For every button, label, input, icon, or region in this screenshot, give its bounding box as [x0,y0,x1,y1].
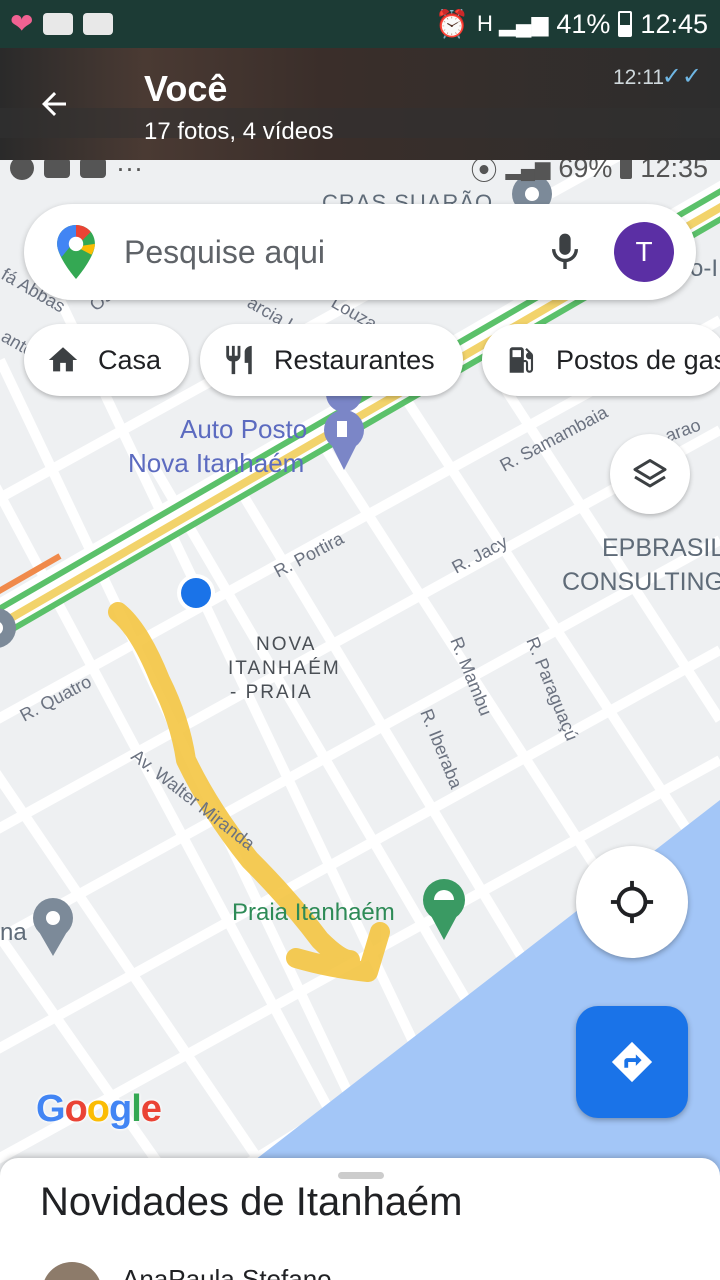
author-name[interactable]: AnaPaula Stefano [122,1264,332,1280]
signal-icon: H ▂▄▆ [476,11,549,36]
read-ticks-icon: ✓✓ [661,63,702,90]
location-icon: ⦿ [470,160,498,186]
outer-status-bar: ❤ ⏰ H ▂▄▆ 41% 12:45 [0,0,720,48]
inner-battery-percent: 69% [558,160,613,183]
battery-icon [618,11,633,37]
logo-letter: e [140,1088,162,1130]
label-neighborhood-1: NOVA [256,634,316,655]
bottom-sheet[interactable]: Novidades de Itanhaém AnaPaula Stefano [0,1158,720,1280]
message-icon [80,160,106,178]
directions-icon [611,1041,653,1083]
gas-station-icon [509,347,534,373]
inner-clock: 12:35 [640,160,708,183]
label-auto-posto-1: Auto Posto [180,414,307,444]
message-time: 12:11 [613,66,664,89]
search-bar[interactable]: Pesquise aqui T [24,204,696,300]
clock: 12:45 [640,8,708,39]
label-neighborhood-2: ITANHAÉM [228,658,341,679]
label-left-edge: na [0,919,27,946]
layers-icon [633,459,667,488]
label-praia: Praia Itanhaém [232,899,395,926]
youtube-icon [43,13,74,35]
media-viewer-header: Você 17 fotos, 4 vídeos 12:11 ✓✓ [0,48,720,160]
chip-postos[interactable]: Postos de gas [482,324,720,396]
logo-letter: l [131,1088,142,1130]
heart-icon: ❤ [10,8,34,39]
sheet-title: Novidades de Itanhaém [40,1180,463,1224]
chip-restaurantes[interactable]: Restaurantes [200,324,463,396]
map-screenshot: CRAS SUARÃO Auto Posto Nova Itanhaém EPB… [0,160,720,1280]
my-location-button[interactable] [576,846,688,958]
logo-letter: g [109,1088,132,1130]
wifi-signal-icon: ▂▄▆ [505,160,551,180]
microphone-icon[interactable] [548,232,582,272]
media-count: 17 fotos, 4 vídeos [144,118,334,145]
inner-battery-icon [620,160,633,179]
home-icon [48,347,78,372]
header-shade [0,108,720,138]
chip-casa-label: Casa [98,344,162,375]
google-logo: Google [36,1088,162,1131]
restaurant-icon [226,345,252,375]
label-auto-posto-2: Nova Itanhaém [128,448,304,478]
author-avatar [42,1262,102,1280]
search-input[interactable]: Pesquise aqui [124,234,548,271]
account-avatar[interactable]: T [614,222,674,282]
battery-percent: 41% [556,8,611,39]
layers-button[interactable] [610,434,690,514]
voicemail-icon [83,13,114,35]
maps-logo-icon [57,225,95,279]
logo-letter: o [86,1088,110,1130]
chip-casa[interactable]: Casa [24,324,190,396]
logo-letter: G [36,1088,66,1130]
logo-letter: o [64,1088,88,1130]
back-arrow-icon[interactable] [36,86,72,129]
directions-button[interactable] [576,1006,688,1118]
label-epbrasil-1: EPBRASIL [602,534,720,562]
chip-restaurantes-label: Restaurantes [274,344,435,375]
crosshair-icon [610,880,654,924]
chip-postos-label: Postos de gas [556,344,720,375]
label-neighborhood-3: - PRAIA [230,682,313,703]
drag-handle[interactable] [338,1172,384,1179]
more-notifications: ··· [116,160,143,183]
label-epbrasil-2: CONSULTING [562,568,720,596]
youtube-icon [44,160,70,178]
chat-title[interactable]: Você [144,68,227,110]
alarm-icon: ⏰ [435,9,469,39]
inner-status-bar: ··· ⦿ ▂▄▆ 69% 12:35 [0,160,720,186]
whatsapp-icon [10,160,34,180]
